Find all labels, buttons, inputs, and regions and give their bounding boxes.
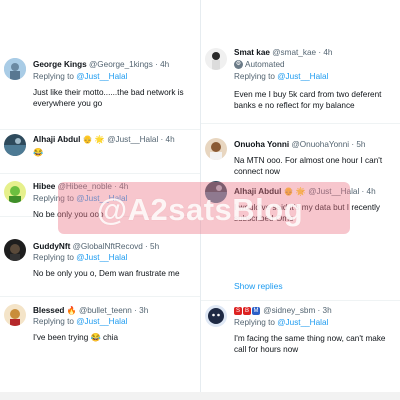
reply-tweet[interactable]: GuddyNft @GlobalNftRecovd · 5h Replying … <box>0 236 200 297</box>
avatar[interactable] <box>205 48 227 70</box>
replying-to: Replying to @Just__Halal <box>33 252 196 263</box>
replying-mention[interactable]: @Just__Halal <box>277 318 328 327</box>
reply-tweet[interactable]: Blessed 🔥 @bullet_teenn · 3h Replying to… <box>0 300 200 390</box>
tweet-text: Na MTN ooo. For almost one hour I can't … <box>234 156 383 176</box>
avatar[interactable] <box>205 138 227 160</box>
replying-to: Replying to @Just__Halal <box>234 71 396 82</box>
tweet-text: No be only you o, Dem wan frustrate me <box>33 269 180 278</box>
tweet-text: I've been trying 😂 chia <box>33 333 119 342</box>
author-name[interactable]: Blessed <box>33 306 64 315</box>
sbm-badge-m: M <box>252 306 260 315</box>
automated-text: Automated <box>245 60 285 69</box>
replying-mention[interactable]: @Just__Halal <box>277 72 328 81</box>
replying-prefix: Replying to <box>33 72 74 81</box>
author-handle[interactable]: @bullet_teenn · 3h <box>79 306 148 315</box>
tweet-header: Blessed 🔥 @bullet_teenn · 3h <box>33 305 196 316</box>
avatar[interactable] <box>4 239 26 261</box>
replying-mention[interactable]: @Just__Halal <box>76 253 127 262</box>
robot-icon: ⚙ <box>234 60 243 70</box>
author-handle[interactable]: @Just__Halal · 4h <box>107 135 174 144</box>
reply-tweet[interactable]: Alhaji Abdul 👴 🌟 @Just__Halal · 4h 😂 <box>0 129 200 174</box>
show-replies-link[interactable]: Show replies <box>234 281 283 291</box>
author-handle[interactable]: @smat_kae · 4h <box>272 48 332 57</box>
author-name[interactable]: Hibee <box>33 182 55 191</box>
replying-mention[interactable]: @Just__Halal <box>76 72 127 81</box>
author-name[interactable]: Alhaji Abdul <box>33 135 80 144</box>
author-name[interactable]: GuddyNft <box>33 242 70 251</box>
avatar[interactable] <box>4 181 26 203</box>
name-emoji: 👴 🌟 <box>82 135 105 144</box>
avatar[interactable] <box>4 134 26 156</box>
replying-mention[interactable]: @Just__Halal <box>76 317 127 326</box>
reply-tweet[interactable]: SBM @sidney_sbm · 3h Replying to @Just__… <box>201 300 400 391</box>
tweet-header: Smat kae @smat_kae · 4h <box>234 47 396 58</box>
sbm-badge-s: S <box>234 306 242 315</box>
tweet-text: 😂 <box>33 148 44 157</box>
replying-prefix: Replying to <box>33 253 74 262</box>
author-name[interactable]: George Kings <box>33 60 87 69</box>
avatar[interactable] <box>205 305 227 327</box>
tweet-header: George Kings @George_1kings · 4h <box>33 59 196 70</box>
avatar[interactable] <box>4 304 26 326</box>
tweet-header: GuddyNft @GlobalNftRecovd · 5h <box>33 241 196 252</box>
watermark-text: @A2satsBlog <box>96 192 304 227</box>
replying-to: Replying to @Just__Halal <box>234 317 396 328</box>
author-handle[interactable]: @sidney_sbm · 3h <box>263 306 331 315</box>
tweet-text: I'm facing the same thing now, can't mak… <box>234 334 386 354</box>
author-handle[interactable]: @George_1kings · 4h <box>89 60 169 69</box>
tweet-text: Just like their motto......the bad netwo… <box>33 88 184 108</box>
automated-label: ⚙ Automated <box>234 59 396 70</box>
author-name[interactable]: Smat kae <box>234 48 270 57</box>
author-handle[interactable]: @GlobalNftRecovd · 5h <box>73 242 160 251</box>
reply-tweet[interactable]: Onuoha Yonni @OnuohaYonni · 5h Na MTN oo… <box>201 133 400 181</box>
sbm-badge-b: B <box>243 306 251 315</box>
name-emoji: 🔥 <box>66 306 77 315</box>
author-handle[interactable]: @OnuohaYonni · 5h <box>291 140 365 149</box>
replying-to: Replying to @Just__Halal <box>33 316 196 327</box>
bottom-bar <box>0 392 400 400</box>
replying-prefix: Replying to <box>234 72 275 81</box>
tweet-header: Alhaji Abdul 👴 🌟 @Just__Halal · 4h <box>33 134 196 145</box>
replying-prefix: Replying to <box>33 317 74 326</box>
tweet-header: SBM @sidney_sbm · 3h <box>234 305 396 316</box>
tweet-header: Onuoha Yonni @OnuohaYonni · 5h <box>234 139 396 150</box>
avatar[interactable] <box>4 58 26 80</box>
replying-prefix: Replying to <box>234 318 275 327</box>
tweet-text: Even me I buy 5k card from two deferent … <box>234 90 382 110</box>
author-name[interactable]: Onuoha Yonni <box>234 140 289 149</box>
replying-to: Replying to @Just__Halal <box>33 71 196 82</box>
reply-tweet[interactable]: George Kings @George_1kings · 4h Replyin… <box>0 55 200 130</box>
reply-tweet[interactable]: Smat kae @smat_kae · 4h ⚙ Automated Reply… <box>201 43 400 124</box>
